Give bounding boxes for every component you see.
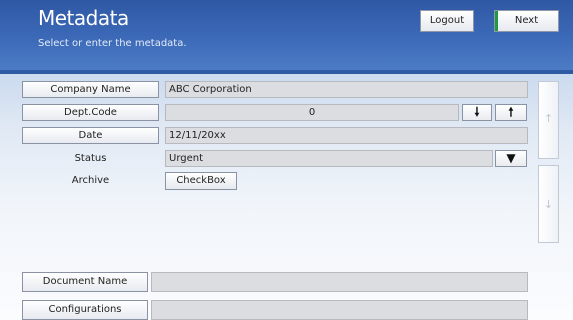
- date-button[interactable]: Date: [22, 127, 159, 144]
- page-title: Metadata: [38, 6, 129, 30]
- status-label: Status: [74, 153, 107, 164]
- arrow-up-icon[interactable]: 🠕: [495, 104, 527, 121]
- next-button[interactable]: Next: [494, 10, 559, 32]
- dept-code-field[interactable]: 0: [165, 104, 459, 121]
- archive-label: Archive: [71, 175, 110, 186]
- next-accent-bar: [495, 11, 498, 31]
- scroll-up-icon: ↑: [543, 112, 554, 125]
- scroll-down-icon: ↓: [543, 198, 554, 211]
- document-name-field[interactable]: [151, 272, 528, 292]
- scroll-down-button[interactable]: ↓: [538, 165, 559, 243]
- configurations-field[interactable]: [151, 300, 528, 320]
- dept-code-button[interactable]: Dept.Code: [22, 104, 159, 121]
- metadata-screen: Metadata Select or enter the metadata. L…: [0, 0, 573, 320]
- logout-button[interactable]: Logout: [420, 10, 474, 32]
- date-field[interactable]: 12/11/20xx: [165, 127, 528, 144]
- configurations-button[interactable]: Configurations: [22, 300, 148, 320]
- archive-checkbox-button[interactable]: CheckBox: [165, 172, 237, 190]
- next-button-label: Next: [514, 15, 539, 26]
- document-name-button[interactable]: Document Name: [22, 272, 148, 292]
- scroll-up-button[interactable]: ↑: [538, 81, 559, 159]
- status-select[interactable]: Urgent: [165, 150, 493, 167]
- header-divider: [0, 70, 573, 74]
- arrow-down-icon[interactable]: 🠗: [462, 104, 492, 121]
- status-dropdown-icon[interactable]: ▼: [495, 150, 527, 167]
- page-subtitle: Select or enter the metadata.: [38, 38, 187, 49]
- header-bar: Metadata Select or enter the metadata. L…: [0, 0, 573, 70]
- company-name-button[interactable]: Company Name: [22, 81, 159, 98]
- company-name-field[interactable]: ABC Corporation: [165, 81, 528, 98]
